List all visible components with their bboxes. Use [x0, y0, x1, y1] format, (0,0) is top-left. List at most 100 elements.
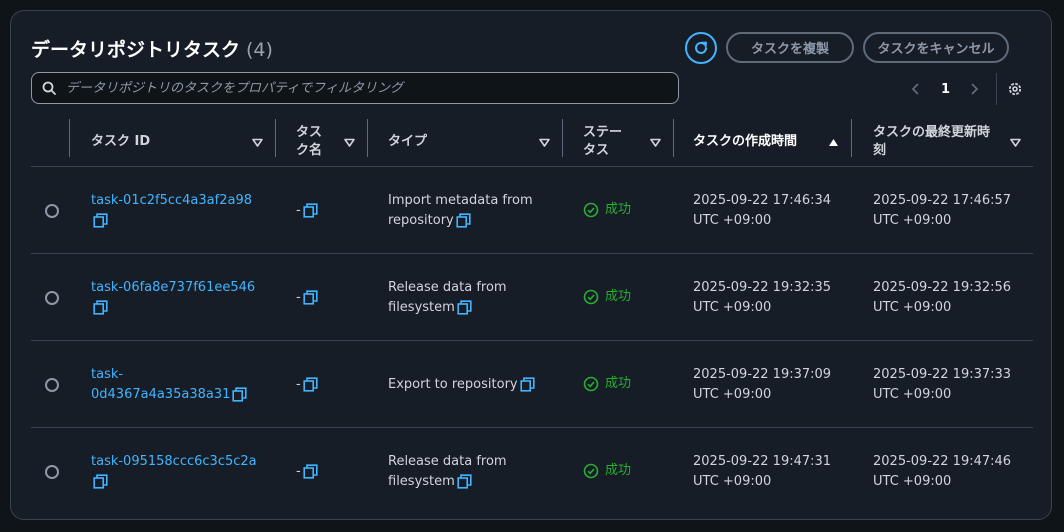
created-timezone-text: UTC +09:00 [693, 300, 772, 315]
column-label-task-id: タスク ID [91, 134, 151, 149]
created-time-cell: 2025-09-22 19:32:35 UTC +09:00 [693, 278, 831, 318]
sort-down-icon [539, 138, 550, 147]
pagination-divider [996, 73, 997, 105]
refresh-button[interactable] [685, 32, 717, 64]
task-id-link[interactable]: task- 0d4367a4a35a38a31 [91, 365, 271, 405]
column-header-status[interactable]: ステー タス [583, 117, 673, 167]
success-check-icon [583, 376, 599, 392]
copy-icon[interactable] [303, 203, 318, 218]
column-header-task-name[interactable]: タス ク名 [296, 117, 367, 167]
preferences-button[interactable] [1007, 77, 1023, 101]
data-repository-tasks-panel: データリポジトリタスク(4) タスクを複製 タスクをキャンセル 1 タスク ID [10, 10, 1052, 520]
updated-time-cell: 2025-09-22 17:46:57 UTC +09:00 [873, 191, 1011, 231]
search-icon [42, 81, 56, 95]
task-name-cell: - [296, 462, 318, 482]
row-select-radio[interactable] [45, 378, 59, 392]
row-divider [31, 427, 1033, 428]
copy-icon[interactable] [93, 474, 108, 489]
task-id-link[interactable]: task-095158ccc6c3c5c2a [91, 452, 271, 492]
copy-icon[interactable] [303, 377, 318, 392]
task-id-text: task- [91, 367, 124, 382]
task-name-text: - [296, 377, 301, 392]
column-label-updated-time-line1: タスクの最終更新時 [873, 125, 991, 140]
column-divider [562, 119, 563, 157]
task-id-text: task-06fa8e737f61ee546 [91, 280, 256, 295]
page-title: データリポジトリタスク (4) [31, 35, 273, 62]
sort-ascending-icon [828, 138, 839, 147]
task-id-text: task-095158ccc6c3c5c2a [91, 454, 257, 469]
copy-icon[interactable] [457, 474, 472, 489]
row-select-radio[interactable] [45, 465, 59, 479]
column-header-updated-time[interactable]: タスクの最終更新時刻 [873, 117, 1033, 167]
column-divider [275, 119, 276, 157]
task-type-text-line2: repository [388, 213, 454, 228]
gear-icon [1007, 81, 1023, 97]
created-time-cell: 2025-09-22 19:47:31 UTC +09:00 [693, 452, 831, 492]
copy-icon[interactable] [456, 213, 471, 228]
task-id-text: task-01c2f5cc4a3af2a98 [91, 193, 252, 208]
sort-down-icon [650, 138, 661, 147]
column-label-updated-time: タスクの最終更新時刻 [873, 124, 990, 160]
updated-time-cell: 2025-09-22 19:32:56 UTC +09:00 [873, 278, 1011, 318]
column-label-updated-time-line2: 刻 [873, 143, 887, 158]
filter-field[interactable] [31, 72, 679, 104]
copy-icon[interactable] [303, 290, 318, 305]
prev-page-button[interactable] [911, 77, 921, 101]
copy-icon[interactable] [520, 377, 535, 392]
sort-down-icon [252, 138, 263, 147]
task-name-text: - [296, 464, 301, 479]
column-header-created-time[interactable]: タスクの作成時間 [693, 117, 851, 167]
success-check-icon [583, 202, 599, 218]
copy-icon[interactable] [93, 300, 108, 315]
created-timezone-text: UTC +09:00 [693, 474, 772, 489]
updated-date-text: 2025-09-22 19:32:56 [873, 280, 1012, 295]
status-badge: 成功 [583, 461, 631, 481]
task-name-cell: - [296, 288, 318, 308]
row-divider [31, 340, 1033, 341]
column-label-type: タイプ [388, 134, 428, 149]
task-id-link[interactable]: task-01c2f5cc4a3af2a98 [91, 191, 271, 231]
cancel-task-button[interactable]: タスクをキャンセル [863, 32, 1009, 63]
task-type-text: Release data from [388, 280, 507, 295]
task-id-link[interactable]: task-06fa8e737f61ee546 [91, 278, 271, 318]
current-page-number[interactable]: 1 [941, 77, 950, 101]
task-type-text: Import metadata from [388, 193, 533, 208]
row-select-radio[interactable] [45, 291, 59, 305]
task-type-cell: Release data from filesystem [388, 452, 558, 492]
success-check-icon [583, 463, 599, 479]
status-text: 成功 [605, 202, 632, 217]
column-label-status-line1: ステー [583, 125, 623, 140]
sort-down-icon [344, 138, 355, 147]
column-header-type[interactable]: タイプ [388, 117, 562, 167]
column-divider [673, 119, 674, 157]
status-badge: 成功 [583, 287, 631, 307]
column-header-task-id[interactable]: タスク ID [91, 117, 275, 167]
updated-time-cell: 2025-09-22 19:37:33 UTC +09:00 [873, 365, 1011, 405]
column-label-task-name-line2: ク名 [296, 143, 323, 158]
column-label-task-name-line1: タス [296, 125, 323, 140]
updated-timezone-text: UTC +09:00 [873, 300, 952, 315]
copy-icon[interactable] [232, 387, 247, 402]
task-type-text: Export to repository [388, 377, 518, 392]
sort-down-icon [1010, 138, 1021, 147]
copy-icon[interactable] [93, 213, 108, 228]
column-divider [69, 119, 70, 157]
created-time-cell: 2025-09-22 19:37:09 UTC +09:00 [693, 365, 831, 405]
copy-icon[interactable] [303, 464, 318, 479]
created-date-text: 2025-09-22 19:37:09 [693, 367, 832, 382]
column-divider [851, 119, 852, 157]
column-label-status-line2: タス [583, 143, 610, 158]
task-name-cell: - [296, 201, 318, 221]
row-select-radio[interactable] [45, 204, 59, 218]
task-type-cell: Import metadata from repository [388, 191, 558, 231]
copy-icon[interactable] [457, 300, 472, 315]
task-type-cell: Export to repository [388, 375, 558, 395]
refresh-icon [692, 39, 710, 57]
next-page-button[interactable] [969, 77, 979, 101]
task-name-text: - [296, 203, 301, 218]
updated-date-text: 2025-09-22 17:46:57 [873, 193, 1012, 208]
copy-task-button[interactable]: タスクを複製 [726, 32, 854, 63]
success-check-icon [583, 289, 599, 305]
column-label-created-time: タスクの作成時間 [693, 134, 798, 149]
filter-input[interactable] [64, 79, 678, 97]
